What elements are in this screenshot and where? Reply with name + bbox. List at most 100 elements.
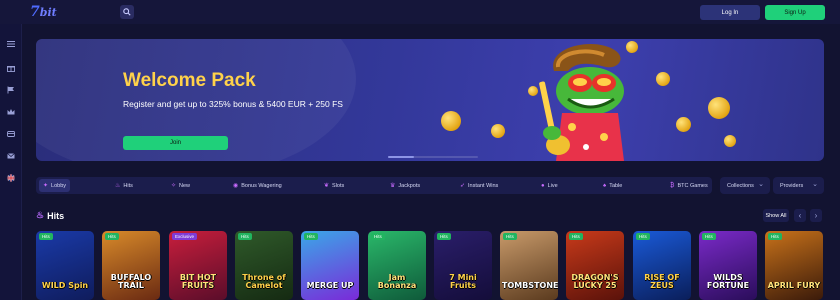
promo-flag-icon[interactable] — [6, 86, 16, 94]
game-badge: Hits — [371, 233, 385, 240]
tab-lobby[interactable]: ✦ Lobby — [39, 179, 71, 192]
flame-icon: ♨ — [115, 183, 121, 189]
join-button[interactable]: Join — [123, 136, 228, 150]
providers-dropdown[interactable]: Providers ⌄ — [773, 177, 824, 194]
sidebar — [0, 24, 22, 300]
game-tile[interactable]: Hits RISE OF ZEUS — [633, 231, 691, 300]
game-badge: Hits — [569, 233, 583, 240]
tab-live[interactable]: ● Live — [537, 179, 562, 192]
mail-icon[interactable] — [6, 152, 16, 160]
game-title: 7 Mini Fruits — [449, 273, 477, 290]
game-title: APRIL FURY — [767, 281, 821, 290]
game-title: TOMBSTONE — [502, 281, 558, 290]
bonus-icon: ◉ — [233, 183, 239, 189]
tab-label: Hits — [123, 182, 133, 189]
tab-btc-games[interactable]: ₿ BTC Games — [666, 179, 712, 192]
chevron-down-icon: ⌄ — [812, 181, 818, 188]
game-title: MERGE UP — [306, 281, 354, 290]
tab-label: Jackpots — [398, 182, 421, 189]
game-tile[interactable]: Hits 7 Mini Fruits — [434, 231, 492, 300]
search-icon — [123, 8, 131, 16]
tab-bonus-wagering[interactable]: ◉ Bonus Wagering — [229, 179, 286, 192]
section-title-label: Hits — [47, 210, 65, 221]
search-button[interactable] — [120, 5, 134, 19]
tab-instant-wins[interactable]: ➶ Instant Wins — [456, 179, 502, 192]
coin-image — [441, 111, 461, 131]
collections-label: Collections — [727, 182, 754, 189]
tab-new[interactable]: ✧ New — [167, 179, 194, 192]
providers-label: Providers — [780, 182, 804, 189]
next-arrow-button[interactable]: › — [810, 209, 822, 222]
signup-button[interactable]: Sign Up — [765, 5, 825, 20]
tab-label: Bonus Wagering — [241, 182, 282, 189]
game-tile[interactable]: Hits Throne of Camelot — [235, 231, 293, 300]
game-tile[interactable]: Hits TOMBSTONE — [500, 231, 558, 300]
game-title: WILDS FORTUNE — [706, 273, 750, 290]
game-badge: Hits — [304, 233, 318, 240]
coin-image — [724, 135, 736, 147]
game-tile[interactable]: Hits APRIL FURY — [765, 231, 823, 300]
flame-icon: ♨ — [36, 210, 45, 220]
game-title: Jam Bonanza — [377, 273, 417, 290]
tab-label: Slots — [332, 182, 345, 189]
live-icon: ● — [541, 182, 545, 189]
cards-icon: ♠ — [603, 182, 607, 189]
menu-toggle-icon[interactable] — [6, 40, 16, 48]
language-flag-icon[interactable] — [6, 174, 16, 182]
banner-title: Welcome Pack — [123, 70, 256, 91]
game-title: Throne of Camelot — [242, 273, 286, 290]
tab-jackpots[interactable]: ♛ Jackpots — [386, 179, 424, 192]
tab-label: Instant Wins — [468, 182, 499, 189]
tab-slots[interactable]: ❦ Slots — [320, 179, 348, 192]
game-title: RISE OF ZEUS — [644, 273, 680, 290]
game-tile[interactable]: Exclusive BIT HOT FRUITS — [169, 231, 227, 300]
tab-hits[interactable]: ♨ Hits — [111, 179, 137, 192]
section-title: ♨ Hits — [36, 210, 64, 221]
game-badge: Hits — [636, 233, 650, 240]
game-tile[interactable]: Hits BUFFALO TRAIL — [102, 231, 160, 300]
crown-icon[interactable] — [6, 108, 16, 116]
tab-table[interactable]: ♠ Table — [599, 179, 626, 192]
game-title: DRAGON'S LUCKY 25 — [571, 273, 619, 290]
tab-label: BTC Games — [677, 182, 708, 189]
game-badge: Exclusive — [172, 233, 198, 240]
welcome-banner[interactable]: Welcome Pack Register and get up to 325%… — [36, 39, 824, 161]
coin-image — [708, 97, 730, 119]
game-title: BIT HOT FRUITS — [179, 273, 217, 290]
tab-label: Lobby — [51, 182, 67, 189]
logo-mark: bit — [39, 6, 57, 19]
prev-arrow-button[interactable]: ‹ — [794, 209, 806, 222]
game-badge: Hits — [702, 233, 716, 240]
cherry-icon: ❦ — [324, 183, 330, 189]
tab-label: Table — [609, 182, 623, 189]
top-bar: 77bitbit Log In Sign Up — [0, 0, 840, 24]
game-tile[interactable]: Hits MERGE UP — [301, 231, 359, 300]
game-badge: Hits — [503, 233, 517, 240]
game-tile[interactable]: Hits DRAGON'S LUCKY 25 — [566, 231, 624, 300]
game-title: BUFFALO TRAIL — [110, 273, 152, 290]
gift-icon[interactable] — [6, 64, 16, 72]
chevron-left-icon: ‹ — [798, 211, 802, 220]
category-bar: ✦ Lobby ♨ Hits ✧ New ◉ Bonus Wagering ❦ Slots… — [36, 177, 712, 194]
login-button[interactable]: Log In — [700, 5, 760, 20]
tournament-icon[interactable] — [6, 130, 16, 138]
rocket-icon: ➶ — [460, 183, 466, 189]
coin-image — [491, 124, 505, 138]
collections-dropdown[interactable]: Collections ⌄ — [720, 177, 770, 194]
game-tile[interactable]: Hits WILD Spin — [36, 231, 94, 300]
frog-mascot-image — [539, 43, 624, 161]
coin-image — [656, 72, 670, 86]
tab-label: New — [179, 182, 191, 189]
game-badge: Hits — [105, 233, 119, 240]
carousel-indicator[interactable] — [388, 156, 478, 158]
game-tile[interactable]: Hits Jam Bonanza — [368, 231, 426, 300]
new-icon: ✧ — [171, 183, 177, 189]
game-badge: Hits — [768, 233, 782, 240]
game-tile[interactable]: Hits WILDS FORTUNE — [699, 231, 757, 300]
show-all-button[interactable]: Show All — [763, 209, 789, 222]
site-logo[interactable]: 77bitbit — [30, 4, 60, 20]
game-badge: Hits — [238, 233, 252, 240]
game-title: WILD Spin — [41, 281, 89, 290]
bitcoin-icon: ₿ — [670, 182, 675, 189]
chevron-down-icon: ⌄ — [758, 181, 764, 188]
